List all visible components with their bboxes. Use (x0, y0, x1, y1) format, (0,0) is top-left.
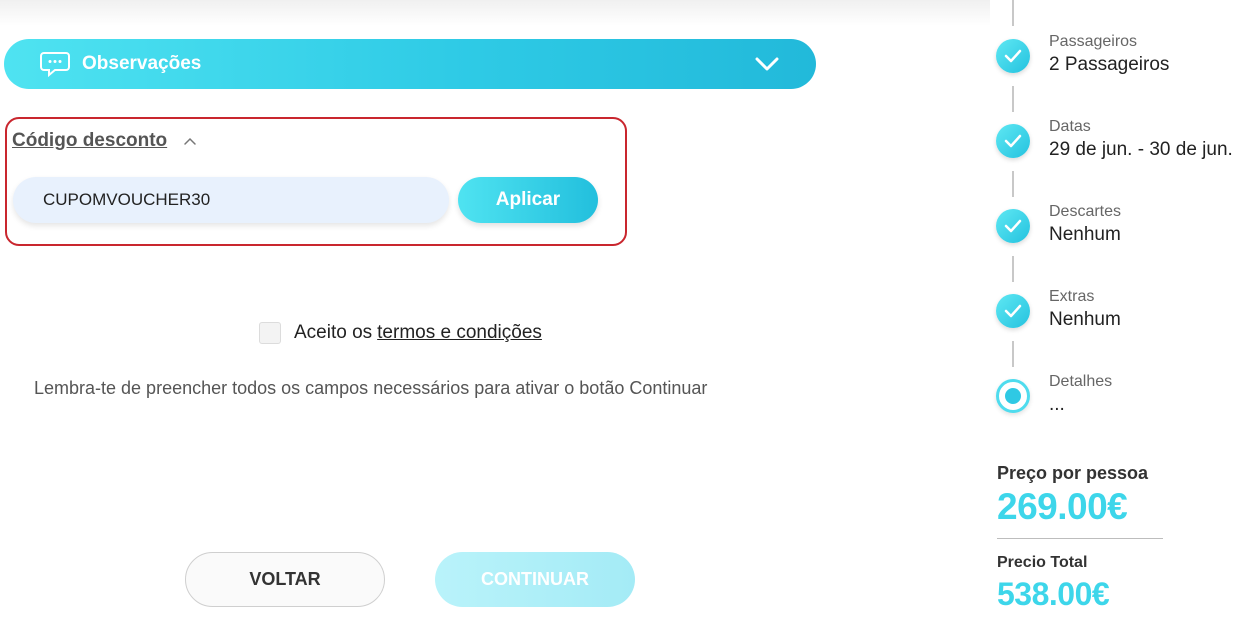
step-value: 29 de jun. - 30 de jun. (1049, 139, 1233, 160)
step-label: Passageiros (1049, 33, 1138, 50)
price-divider (997, 538, 1163, 539)
step-connector (1012, 0, 1014, 26)
terms-prefix: Aceito os (294, 322, 373, 343)
chevron-down-icon[interactable] (754, 52, 780, 76)
discount-code-input[interactable] (13, 177, 449, 223)
chat-bubble-icon (40, 52, 70, 77)
terms-row: Aceito os termos e condições (259, 322, 542, 344)
price-per-person-value: 269.00€ (997, 486, 1128, 527)
check-icon (996, 39, 1030, 73)
check-icon (996, 209, 1030, 243)
discount-code-title: Código desconto (12, 130, 168, 151)
current-step-icon (996, 379, 1030, 413)
discount-code-toggle[interactable]: Código desconto (12, 130, 197, 152)
observations-accordion[interactable]: Observações (4, 39, 816, 89)
total-price-label: Precio Total (997, 554, 1088, 571)
step-label: Datas (1049, 118, 1091, 135)
step-label: Descartes (1049, 203, 1122, 220)
step-connector (1012, 86, 1014, 112)
total-price-value: 538.00€ (997, 576, 1110, 612)
apply-discount-button[interactable]: Aplicar (458, 177, 598, 223)
check-icon (996, 124, 1030, 158)
step-value: Nenhum (1049, 309, 1121, 330)
step-value: 2 Passageiros (1049, 54, 1170, 75)
continue-button[interactable]: CONTINUAR (435, 552, 635, 607)
step-label: Detalhes (1049, 373, 1113, 390)
top-shade (0, 0, 990, 26)
price-per-person-label: Preço por pessoa (997, 463, 1149, 483)
chevron-up-icon (184, 137, 196, 145)
step-value: Nenhum (1049, 224, 1121, 245)
observations-label: Observações (82, 53, 202, 74)
step-connector (1012, 256, 1014, 282)
terms-link[interactable]: termos e condições (377, 322, 542, 344)
reminder-text: Lembra-te de preencher todos os campos n… (34, 378, 708, 398)
step-connector (1012, 171, 1014, 197)
step-label: Extras (1049, 288, 1095, 305)
back-button[interactable]: VOLTAR (185, 552, 385, 607)
terms-checkbox[interactable] (259, 322, 281, 344)
step-value: ... (1049, 394, 1065, 415)
check-icon (996, 294, 1030, 328)
step-connector (1012, 341, 1014, 367)
discount-code-section: Código desconto Aplicar (5, 117, 627, 246)
